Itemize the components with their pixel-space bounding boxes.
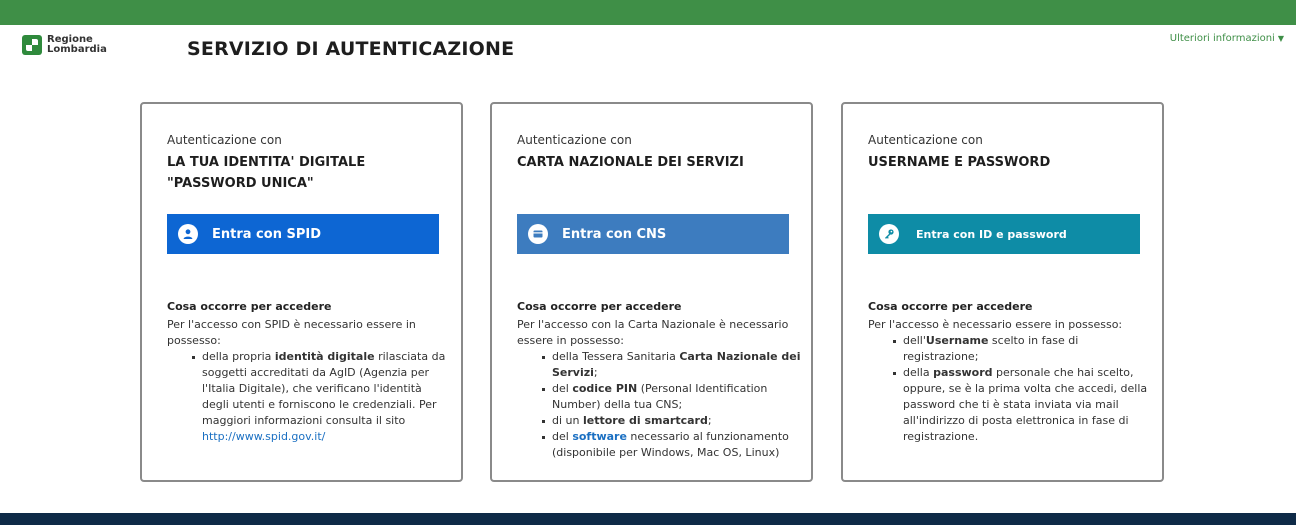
item-text: dell'	[903, 334, 926, 347]
requirement-item: del software necessario al funzionamento…	[542, 429, 802, 461]
card-method-title: LA TUA IDENTITA' DIGITALE "PASSWORD UNIC…	[167, 155, 366, 191]
requirements-title: Cosa occorre per accedere	[868, 300, 1033, 313]
requirement-item: della Tessera Sanitaria Carta Nazionale …	[542, 349, 802, 381]
requirement-item: del codice PIN (Personal Identification …	[542, 381, 802, 413]
requirement-item: dell'Username scelto in fase di registra…	[893, 333, 1153, 365]
spid-login-button[interactable]: Entra con SPID	[167, 214, 439, 254]
cns-button-label: Entra con CNS	[562, 226, 667, 242]
item-text: del	[552, 430, 573, 443]
requirements-title: Cosa occorre per accedere	[167, 300, 332, 313]
auth-card-cns: Autenticazione con CARTA NAZIONALE DEI S…	[490, 102, 813, 482]
requirements-list: della propria identità digitale rilascia…	[167, 349, 452, 445]
item-text: di un	[552, 414, 583, 427]
footer-bar	[0, 513, 1296, 525]
more-info-dropdown[interactable]: Ulteriori informazioni ▼	[1170, 33, 1284, 44]
auth-card-username-password: Autenticazione con USERNAME E PASSWORD E…	[841, 102, 1164, 482]
item-bold-text: codice PIN	[572, 382, 638, 395]
logo-text: Regione Lombardia	[47, 35, 107, 55]
card-eyebrow: Autenticazione con	[868, 133, 983, 147]
requirement-item: della propria identità digitale rilascia…	[192, 349, 452, 445]
item-bold-text: Username	[925, 334, 989, 347]
item-bold-text: identità digitale	[274, 350, 375, 363]
software-link[interactable]: software	[572, 430, 627, 443]
regione-lombardia-logo[interactable]: Regione Lombardia	[22, 35, 107, 55]
user-icon	[178, 224, 198, 244]
requirements-intro: Per l'accesso con SPID è necessario esse…	[167, 318, 416, 347]
item-text: ;	[593, 366, 598, 379]
page-title: SERVIZIO DI AUTENTICAZIONE	[187, 38, 515, 60]
id-password-login-button[interactable]: Entra con ID e password	[868, 214, 1140, 254]
lombardia-rose-icon	[22, 35, 42, 55]
requirements-title: Cosa occorre per accedere	[517, 300, 682, 313]
card-method-title: USERNAME E PASSWORD	[868, 155, 1051, 170]
chevron-down-icon: ▼	[1277, 34, 1284, 43]
cns-login-button[interactable]: Entra con CNS	[517, 214, 789, 254]
more-info-label: Ulteriori informazioni	[1169, 33, 1275, 44]
auth-card-spid: Autenticazione con LA TUA IDENTITA' DIGI…	[140, 102, 463, 482]
id-password-button-label: Entra con ID e password	[916, 227, 1067, 241]
requirements-intro: Per l'accesso è necessario essere in pos…	[868, 318, 1123, 331]
logo-text-line2: Lombardia	[47, 44, 107, 55]
key-icon	[879, 224, 899, 244]
requirement-item: della password personale che hai scelto,…	[893, 365, 1153, 445]
spid-site-link[interactable]: http://www.spid.gov.it/	[202, 430, 325, 443]
requirements-list: della Tessera Sanitaria Carta Nazionale …	[517, 349, 802, 461]
item-bold-text: lettore di smartcard	[582, 414, 708, 427]
requirements-list: dell'Username scelto in fase di registra…	[868, 333, 1153, 445]
item-text: della Tessera Sanitaria	[552, 350, 680, 363]
card-method-title: CARTA NAZIONALE DEI SERVIZI	[517, 155, 744, 170]
requirements-intro: Per l'accesso con la Carta Nazionale è n…	[517, 318, 789, 347]
spid-button-label: Entra con SPID	[212, 226, 321, 242]
item-text: della propria	[202, 350, 275, 363]
item-bold-text: password	[933, 366, 993, 379]
card-icon	[528, 224, 548, 244]
top-green-stripe	[0, 0, 1296, 25]
item-text: del	[552, 382, 573, 395]
requirement-item: di un lettore di smartcard;	[542, 413, 802, 429]
card-eyebrow: Autenticazione con	[517, 133, 632, 147]
item-text: della	[903, 366, 934, 379]
card-eyebrow: Autenticazione con	[167, 133, 282, 147]
item-text: ;	[707, 414, 712, 427]
